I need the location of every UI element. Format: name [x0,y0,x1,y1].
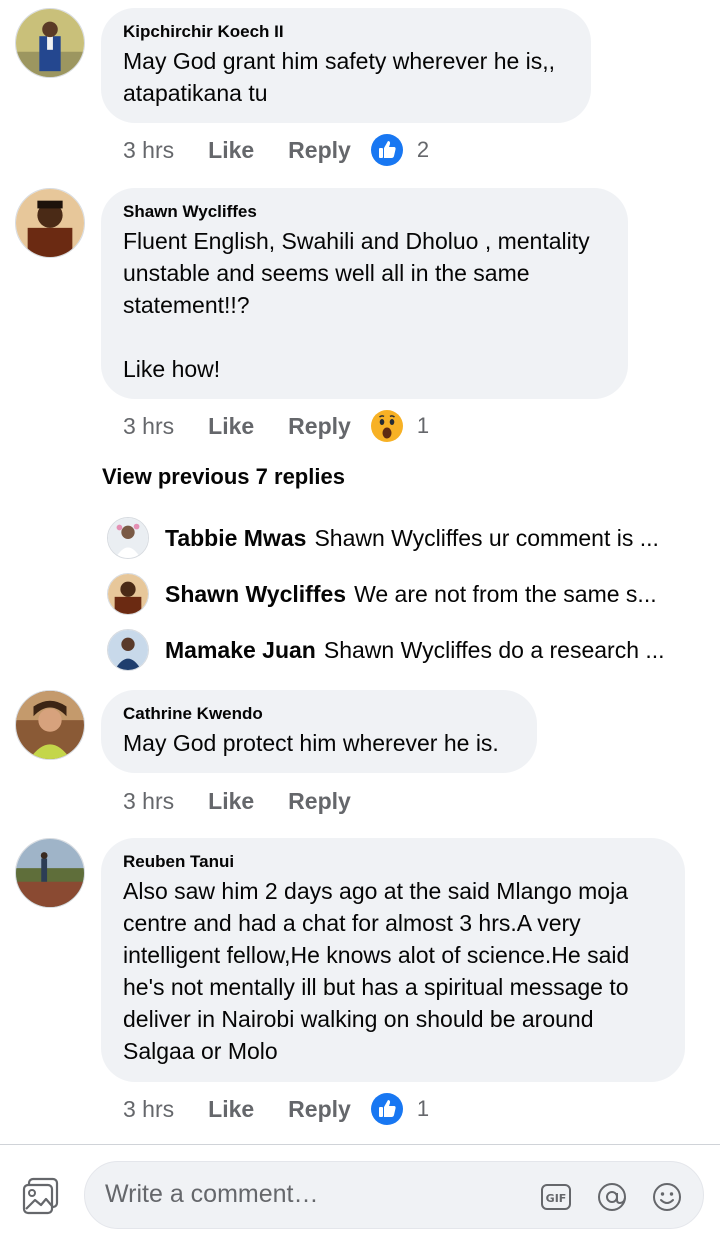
avatar[interactable] [107,629,149,671]
wow-icon [370,410,403,442]
mention-icon[interactable] [596,1181,628,1213]
reply-snippet: Shawn Wycliffes ur comment is ... [314,524,659,551]
comment-composer: Write a comment… GIF [0,1145,720,1245]
comment-bubble[interactable]: Reuben Tanui Also saw him 2 days ago at … [101,838,685,1082]
comment-text: Also saw him 2 days ago at the said Mlan… [123,878,630,1064]
svg-text:GIF: GIF [546,1192,567,1205]
reply-preview-text: Mamake Juan Shawn Wycliffes do a research… [165,637,665,664]
reply-button[interactable]: Reply [288,788,351,815]
comment-actions: 3 hrs Like Reply 2 [123,133,429,167]
reaction-count: 1 [416,413,430,438]
comment-input[interactable]: Write a comment… GIF [84,1161,704,1229]
avatar[interactable] [15,188,85,258]
avatar[interactable] [107,517,149,559]
comment-input-placeholder: Write a comment… [105,1180,319,1208]
photo-icon[interactable] [22,1177,60,1215]
reaction-summary[interactable]: 1 [370,410,430,442]
reply-author[interactable]: Mamake Juan [165,637,316,663]
reaction-count: 2 [416,137,430,162]
reply-button[interactable]: Reply [288,137,351,164]
reply-preview-text: Shawn Wycliffes We are not from the same … [165,581,657,608]
like-button[interactable]: Like [208,788,254,815]
like-button[interactable]: Like [208,137,254,164]
reaction-count: 1 [416,1096,430,1121]
comment-bubble[interactable]: Shawn Wycliffes Fluent English, Swahili … [101,188,628,399]
reply-preview[interactable]: Mamake Juan Shawn Wycliffes do a research… [107,629,707,671]
avatar[interactable] [15,8,85,78]
like-button[interactable]: Like [208,1096,254,1123]
reaction-summary[interactable]: 2 [370,134,430,166]
comment-actions: 3 hrs Like Reply 1 [123,1092,429,1126]
comment-time[interactable]: 3 hrs [123,1096,174,1123]
comment-author[interactable]: Reuben Tanui [123,852,663,872]
reply-preview[interactable]: Shawn Wycliffes We are not from the same … [107,573,707,615]
reply-snippet: We are not from the same s... [354,580,657,607]
reply-snippet: Shawn Wycliffes do a research ... [323,636,665,663]
comment-bubble[interactable]: Kipchirchir Koech II May God grant him s… [101,8,591,123]
comment-time[interactable]: 3 hrs [123,413,174,440]
reply-author[interactable]: Shawn Wycliffes [165,581,346,607]
comment-time[interactable]: 3 hrs [123,137,174,164]
reply-preview[interactable]: Tabbie Mwas Shawn Wycliffes ur comment is… [107,517,707,559]
comment-actions: 3 hrs Like Reply 1 [123,409,429,443]
comment-author[interactable]: Cathrine Kwendo [123,704,515,724]
reply-author[interactable]: Tabbie Mwas [165,525,306,551]
avatar[interactable] [15,690,85,760]
comment-text: May God protect him wherever he is. [123,730,499,756]
gif-icon[interactable]: GIF [540,1181,572,1213]
avatar[interactable] [107,573,149,615]
reply-preview-text: Tabbie Mwas Shawn Wycliffes ur comment is… [165,525,659,552]
comment-author[interactable]: Shawn Wycliffes [123,202,606,222]
thumbs-up-icon [370,134,403,166]
view-previous-replies-link[interactable]: View previous 7 replies [102,464,345,490]
reply-button[interactable]: Reply [288,1096,351,1123]
comment-author[interactable]: Kipchirchir Koech II [123,22,569,42]
like-button[interactable]: Like [208,413,254,440]
comment-text: May God grant him safety wherever he is,… [123,48,556,106]
comment-text: Fluent English, Swahili and Dholuo , men… [123,228,590,382]
comment-actions: 3 hrs Like Reply [123,784,351,818]
reaction-summary[interactable]: 1 [370,1093,430,1125]
thumbs-up-icon [370,1093,403,1125]
comment-time[interactable]: 3 hrs [123,788,174,815]
emoji-icon[interactable] [651,1181,683,1213]
avatar[interactable] [15,838,85,908]
reply-button[interactable]: Reply [288,413,351,440]
comment-bubble[interactable]: Cathrine Kwendo May God protect him wher… [101,690,537,773]
